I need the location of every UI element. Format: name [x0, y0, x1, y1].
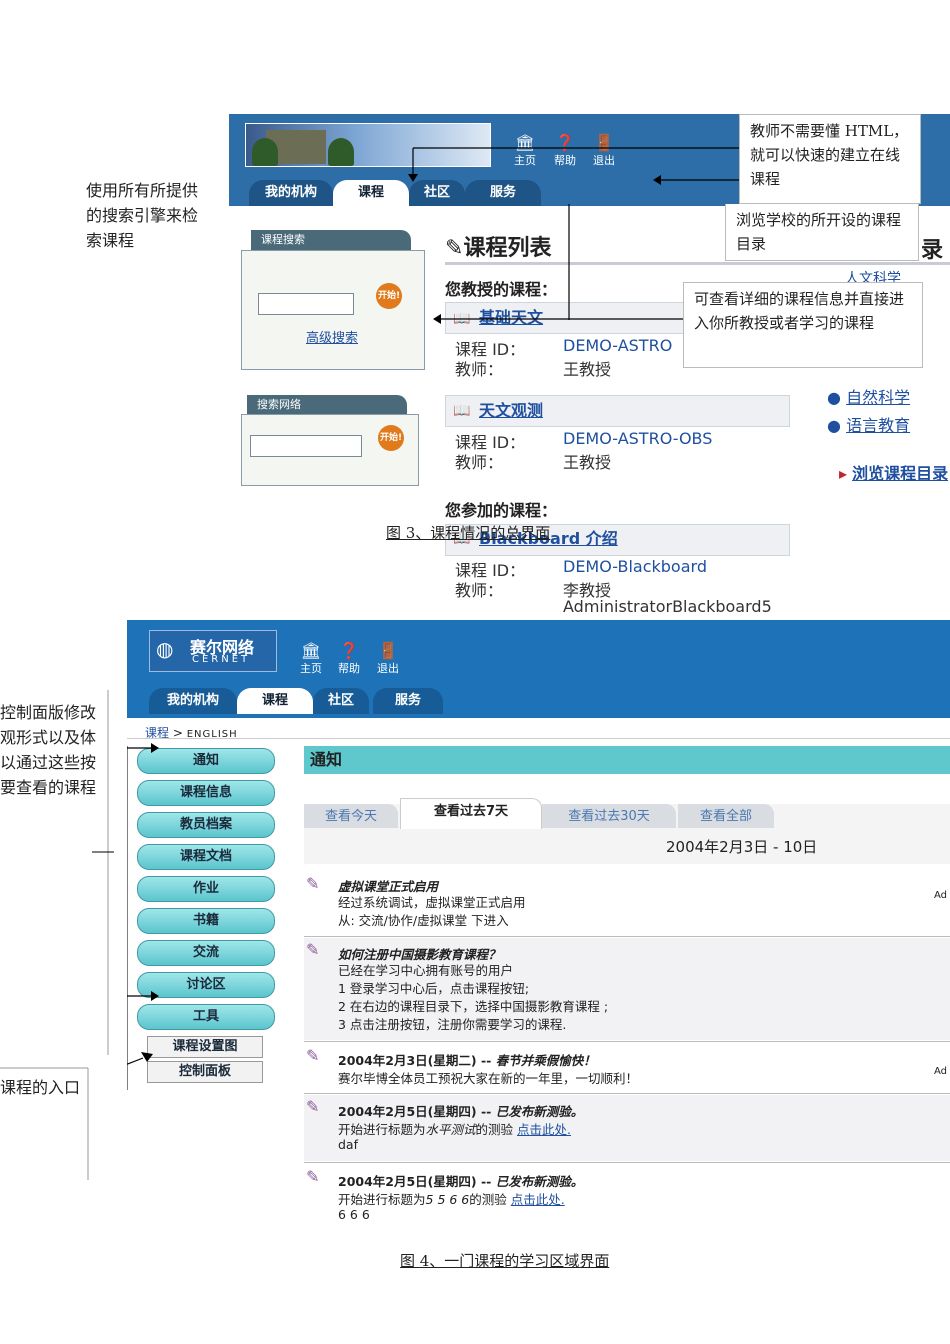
- tab-community[interactable]: 社区: [313, 688, 369, 714]
- logout-button[interactable]: 🚪 退出: [370, 642, 406, 676]
- home-icon: 🏛: [300, 641, 322, 660]
- tab-courses[interactable]: 课程: [237, 688, 313, 714]
- help-icon: ❓: [339, 641, 359, 660]
- section-title: 通知: [304, 746, 950, 774]
- figure-3-caption: 图 3、课程情况的总界面: [386, 524, 551, 542]
- quiz-link[interactable]: 点击此处.: [517, 1122, 571, 1137]
- course-area-screenshot: ◍ 赛尔网络 CERNET 🏛 主页 ❓ 帮助 🚪 退出 我的机构 课程 社区 服务 …: [127, 620, 950, 1235]
- annotation-lines: [0, 690, 114, 1180]
- announcement-icon: ✎: [306, 1097, 320, 1116]
- help-button[interactable]: ❓ 帮助: [331, 642, 367, 676]
- announcement-item: ✎ 如何注册中国摄影教育课程？ 已经在学习中心拥有账号的用户 1 登录学习中心后…: [304, 938, 950, 1040]
- date-filter-panel: 查看今天 查看过去7天 查看过去30天 查看全部 2004年2月3日 - 10日: [304, 798, 950, 864]
- divider: [304, 1041, 950, 1042]
- header-bar: ◍ 赛尔网络 CERNET 🏛 主页 ❓ 帮助 🚪 退出 我的机构 课程 社区 服务: [127, 620, 950, 718]
- announcement-item: ✎ 2004年2月3日(星期二) -- 春节并乘假愉快！ 赛尔毕博全体员工预祝大…: [304, 1044, 950, 1092]
- home-button[interactable]: 🏛 主页: [293, 642, 329, 676]
- globe-icon: ◍: [156, 637, 174, 661]
- date-range: 2004年2月3日 - 10日: [666, 838, 818, 856]
- announcement-icon: ✎: [306, 940, 320, 959]
- divider: [304, 1093, 950, 1094]
- breadcrumb-divider: [127, 738, 950, 739]
- tab-view-today[interactable]: 查看今天: [304, 804, 398, 828]
- figure-4-caption: 图 4、一门课程的学习区域界面: [400, 1252, 610, 1270]
- door-icon: 🚪: [378, 641, 398, 660]
- course-list-screenshot: 🏛 主页 ❓ 帮助 🚪 退出 我的机构 课程 社区 服务 课程搜索 开始! 高级搜索 …: [229, 114, 950, 614]
- announcement-icon: ✎: [306, 874, 320, 893]
- tab-view-all[interactable]: 查看全部: [678, 804, 774, 828]
- tab-my-institution[interactable]: 我的机构: [149, 688, 237, 714]
- announcement-item: ✎ 2004年2月5日(星期四) -- 已发布新测验。 开始进行标题为水平测试的…: [304, 1095, 950, 1161]
- quiz-link[interactable]: 点击此处.: [511, 1192, 565, 1207]
- announcement-icon: ✎: [306, 1167, 320, 1186]
- left-annotation-fig3: 使用所有所提供的搜索引擎来检索课程: [86, 181, 199, 250]
- announcement-item: ✎ 虚拟课堂正式启用 经过系统调试，虚拟课堂正式启用 从: 交流/协作/虚拟课堂…: [304, 872, 950, 934]
- nav-arrows: [127, 743, 159, 1090]
- announcement-item: ✎ 2004年2月5日(星期四) -- 已发布新测验。 开始进行标题为5 5 6…: [304, 1165, 950, 1231]
- announcement-icon: ✎: [306, 1046, 320, 1065]
- divider: [304, 1162, 950, 1163]
- divider: [304, 936, 950, 937]
- tab-services[interactable]: 服务: [373, 688, 443, 714]
- tab-view-30-days[interactable]: 查看过去30天: [542, 804, 676, 828]
- tab-view-7-days[interactable]: 查看过去7天: [400, 798, 542, 829]
- cernet-logo: ◍ 赛尔网络 CERNET: [149, 630, 277, 672]
- connector-lines: [408, 147, 739, 324]
